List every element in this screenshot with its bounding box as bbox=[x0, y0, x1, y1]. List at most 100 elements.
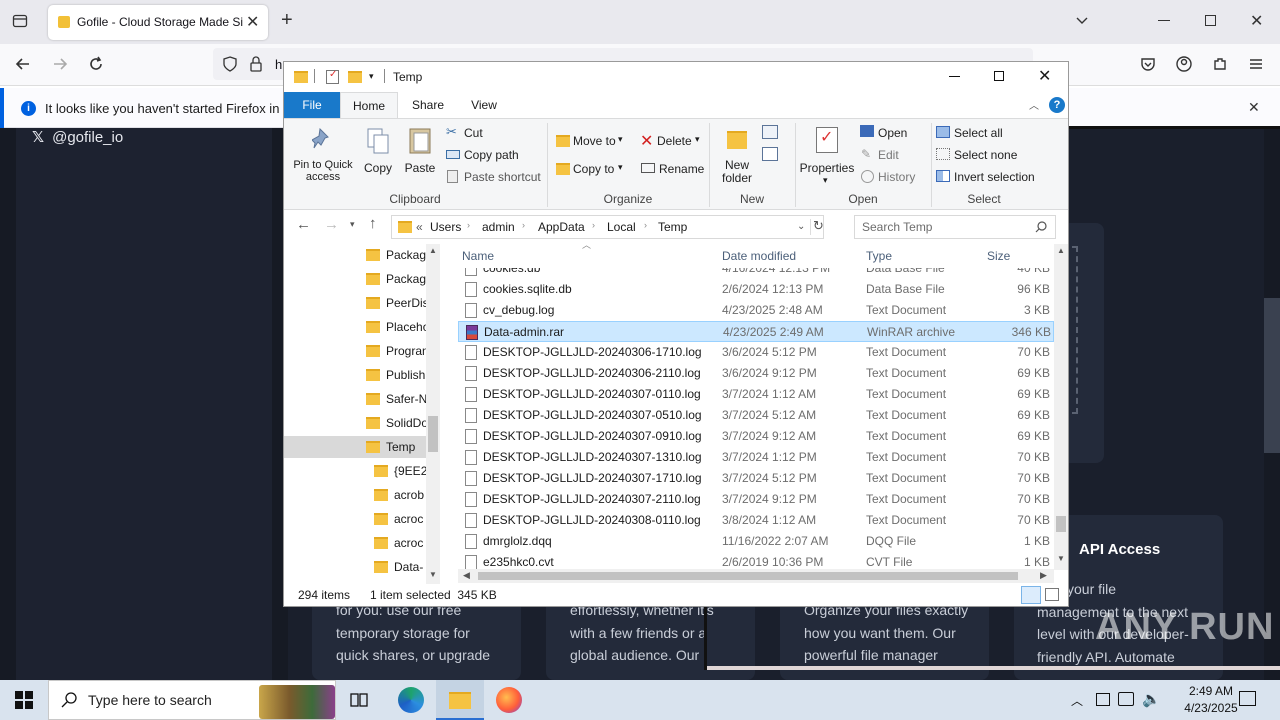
tab-gofile[interactable]: Gofile - Cloud Storage Made Si ✕ bbox=[48, 5, 268, 40]
address-dropdown-icon[interactable]: ⌄ bbox=[797, 221, 805, 232]
breadcrumb-overflow[interactable]: « bbox=[416, 220, 423, 234]
file-row[interactable]: dmrglolz.dqq 11/16/2022 2:07 AM DQQ File 1 … bbox=[458, 531, 1054, 552]
new-folder-button[interactable]: New folder bbox=[714, 121, 760, 187]
pocket-icon[interactable] bbox=[1140, 56, 1156, 72]
network-icon[interactable] bbox=[1118, 692, 1134, 706]
windows-start-icon[interactable] bbox=[15, 691, 33, 709]
invert-selection-button[interactable]: Invert selection bbox=[934, 168, 1054, 186]
easy-access-icon[interactable] bbox=[762, 147, 778, 161]
column-date-modified[interactable]: Date modified bbox=[722, 249, 796, 263]
copy-button[interactable]: Copy bbox=[360, 121, 396, 187]
up-icon[interactable]: ↑ bbox=[369, 215, 377, 232]
cut-button[interactable]: ✂ Cut bbox=[444, 124, 544, 142]
edge-icon[interactable] bbox=[398, 687, 424, 713]
file-row[interactable]: cookies.sqlite.db 2/6/2024 12:13 PM Data B… bbox=[458, 279, 1054, 300]
tree-item[interactable]: Packag bbox=[366, 268, 426, 290]
nav-scrollbar[interactable]: ▲ ▼ bbox=[426, 244, 440, 584]
vertical-scrollbar[interactable]: ▲ ▼ bbox=[1054, 244, 1068, 570]
new-tab-icon[interactable]: + bbox=[281, 9, 293, 32]
lock-icon[interactable] bbox=[249, 56, 263, 72]
tree-item[interactable]: Publish bbox=[366, 364, 426, 386]
properties-qat-icon[interactable]: ✓ bbox=[326, 69, 339, 84]
large-icons-view-icon[interactable] bbox=[1045, 588, 1059, 601]
firefox-icon[interactable] bbox=[496, 687, 522, 713]
minimize-icon[interactable] bbox=[949, 76, 960, 77]
edit-button[interactable]: ✎ Edit bbox=[858, 146, 928, 164]
battery-icon[interactable] bbox=[1096, 693, 1110, 706]
tree-item[interactable]: PeerDis bbox=[366, 292, 426, 314]
search-box[interactable]: Search Temp bbox=[854, 215, 1056, 239]
scroll-up-icon[interactable]: ▲ bbox=[1057, 246, 1065, 255]
new-item-icon[interactable] bbox=[762, 125, 778, 139]
history-button[interactable]: History bbox=[858, 168, 928, 186]
forward-icon[interactable] bbox=[51, 55, 69, 73]
scroll-down-icon[interactable]: ▼ bbox=[1057, 554, 1065, 563]
file-row[interactable]: DESKTOP-JGLLJLD-20240307-0510.log 3/7/202… bbox=[458, 405, 1054, 426]
tree-item[interactable]: Data- bbox=[374, 556, 426, 578]
select-all-button[interactable]: Select all bbox=[934, 124, 1054, 142]
taskbar-file-explorer[interactable] bbox=[436, 680, 484, 720]
file-row[interactable]: DESKTOP-JGLLJLD-20240307-1710.log 3/7/202… bbox=[458, 468, 1054, 489]
tracking-protection-icon[interactable] bbox=[222, 56, 238, 72]
horizontal-scrollbar-thumb[interactable] bbox=[478, 572, 1018, 580]
nav-scrollbar-thumb[interactable] bbox=[428, 416, 438, 452]
scroll-up-icon[interactable]: ▲ bbox=[429, 246, 437, 255]
file-row[interactable]: DESKTOP-JGLLJLD-20240308-0110.log 3/8/202… bbox=[458, 510, 1054, 531]
extensions-icon[interactable] bbox=[1212, 56, 1228, 72]
details-view-icon[interactable] bbox=[1021, 586, 1041, 604]
scroll-right-icon[interactable]: ▶ bbox=[1040, 570, 1047, 581]
qat-dropdown-icon[interactable]: ▾ bbox=[369, 71, 374, 82]
close-tab-icon[interactable]: ✕ bbox=[246, 12, 259, 32]
pin-quick-access-button[interactable]: Pin to Quick access bbox=[290, 121, 356, 187]
restore-icon[interactable] bbox=[1205, 15, 1216, 26]
forward-icon[interactable]: → bbox=[324, 216, 339, 233]
new-folder-qat-icon[interactable] bbox=[348, 71, 362, 83]
copy-to-button[interactable]: Copy to ▾ bbox=[554, 159, 634, 179]
tree-item[interactable]: Packag bbox=[366, 244, 426, 266]
close-window-icon[interactable]: ✕ bbox=[1250, 11, 1263, 31]
menu-icon[interactable] bbox=[1248, 56, 1264, 72]
file-row[interactable]: cv_debug.log 4/23/2025 2:48 AM Text Docume… bbox=[458, 300, 1054, 321]
tree-item-temp-selected[interactable]: Temp bbox=[284, 436, 426, 458]
column-name[interactable]: Name bbox=[462, 249, 494, 263]
account-icon[interactable] bbox=[1176, 56, 1192, 72]
scroll-down-icon[interactable]: ▼ bbox=[429, 570, 437, 579]
minimize-icon[interactable] bbox=[1158, 20, 1170, 21]
chevron-down-icon[interactable] bbox=[1074, 12, 1090, 28]
scroll-left-icon[interactable]: ◀ bbox=[463, 570, 470, 581]
tab-file[interactable]: File bbox=[284, 92, 340, 118]
breadcrumb-users[interactable]: Users bbox=[430, 220, 461, 234]
tray-chevron-icon[interactable]: ︿ bbox=[1071, 692, 1083, 709]
collapse-ribbon-icon[interactable]: ︿ bbox=[1029, 97, 1039, 112]
breadcrumb-appdata[interactable]: AppData bbox=[538, 220, 585, 234]
file-row[interactable]: DESKTOP-JGLLJLD-20240307-1310.log 3/7/202… bbox=[458, 447, 1054, 468]
tree-item[interactable]: acroc bbox=[374, 532, 426, 554]
tree-item[interactable]: Safer-N bbox=[366, 388, 426, 410]
vertical-scrollbar-thumb[interactable] bbox=[1056, 516, 1066, 532]
close-notification-icon[interactable]: ✕ bbox=[1248, 99, 1260, 116]
paste-button[interactable]: Paste bbox=[400, 121, 440, 187]
refresh-icon[interactable]: ↻ bbox=[813, 218, 824, 234]
tree-item[interactable]: {9EE29 bbox=[374, 460, 426, 482]
rename-button[interactable]: Rename bbox=[638, 159, 704, 179]
notifications-icon[interactable] bbox=[1239, 691, 1256, 706]
select-none-button[interactable]: Select none bbox=[934, 146, 1054, 164]
breadcrumb-temp[interactable]: Temp bbox=[658, 220, 687, 234]
file-row[interactable]: DESKTOP-JGLLJLD-20240307-2110.log 3/7/202… bbox=[458, 489, 1054, 510]
file-row[interactable]: DESKTOP-JGLLJLD-20240306-2110.log 3/6/202… bbox=[458, 363, 1054, 384]
open-button[interactable]: Open bbox=[858, 124, 928, 142]
tab-view[interactable]: View bbox=[456, 92, 512, 118]
properties-button[interactable]: ✓ Properties ▾ bbox=[798, 121, 856, 189]
back-icon[interactable] bbox=[14, 55, 32, 73]
file-row-selected[interactable]: Data-admin.rar 4/23/2025 2:49 AM WinRAR ar… bbox=[458, 321, 1054, 342]
file-row[interactable]: DESKTOP-JGLLJLD-20240306-1710.log 3/6/202… bbox=[458, 342, 1054, 363]
breadcrumb-local[interactable]: Local bbox=[607, 220, 636, 234]
delete-button[interactable]: ✕ Delete ▾ bbox=[638, 131, 704, 151]
address-box[interactable]: « Users › admin › AppData › Local › Temp… bbox=[391, 215, 824, 239]
tree-item[interactable]: acroc bbox=[374, 508, 426, 530]
tab-share[interactable]: Share bbox=[400, 92, 456, 118]
reload-icon[interactable] bbox=[87, 55, 105, 73]
tree-item[interactable]: SolidDo bbox=[366, 412, 426, 434]
paste-shortcut-button[interactable]: Paste shortcut bbox=[444, 168, 544, 186]
back-icon[interactable]: ← bbox=[296, 216, 311, 233]
